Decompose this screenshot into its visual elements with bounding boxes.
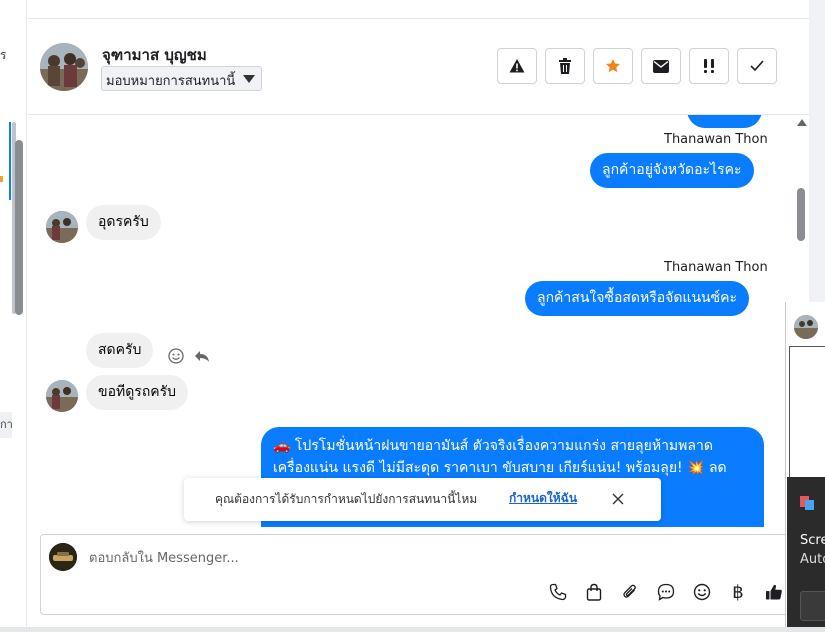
page-avatar: [49, 543, 77, 571]
shopping-bag-icon[interactable]: [583, 581, 605, 603]
smiley-icon[interactable]: [691, 581, 713, 603]
spam-button[interactable]: [689, 48, 729, 84]
popup-content-frame: [789, 346, 825, 486]
notice-text: คุณต้องการได้รับการกำหนดไปยังการสนทนานี้…: [215, 492, 478, 506]
selected-item-indicator: [9, 122, 11, 200]
top-bar: [28, 0, 809, 19]
scroll-up-arrow-icon[interactable]: [797, 119, 807, 126]
message-thread: ส่งสินค้า Thanawan Thon ลูกค้าอยู่จังหวั…: [28, 115, 809, 527]
message-bubble-incoming[interactable]: อุดรครับ: [86, 205, 161, 240]
conversation-header: จุฑามาส บุญชม มอบหมายการสนทนานี้: [28, 19, 809, 115]
trash-icon: [558, 58, 572, 74]
assign-label: มอบหมายการสนทนานี้: [106, 74, 236, 89]
contact-avatar-small[interactable]: [46, 211, 78, 243]
delete-button[interactable]: [545, 48, 585, 84]
phone-icon[interactable]: [547, 581, 569, 603]
star-button[interactable]: [593, 48, 633, 84]
composer-toolbar: ฿: [547, 581, 785, 603]
message-bubble-outgoing[interactable]: ลูกค้าสนใจซื้อสดหรือจัดแนนซ์คะ: [525, 281, 749, 316]
app-root: ร กา จุฑามาส บุญชม มอบหมายการสนทนานี้ Th…: [0, 0, 825, 632]
bottom-border: [0, 627, 825, 632]
contact-avatar[interactable]: [40, 43, 88, 91]
assign-conversation-dropdown[interactable]: มอบหมายการสนทนานี้: [101, 66, 263, 91]
snipping-tool-icon: [800, 495, 814, 510]
baht-icon[interactable]: ฿: [727, 581, 749, 603]
window-gutter: [809, 0, 825, 302]
sidebar-fragment-box[interactable]: กา: [0, 412, 12, 438]
notification-subtitle: Auto: [800, 552, 825, 567]
conversation-list-sidebar: ร กา: [0, 0, 27, 632]
sidebar-fragment-text: ร: [0, 48, 7, 62]
react-smiley-icon[interactable]: [168, 348, 184, 368]
close-icon[interactable]: [610, 491, 626, 507]
envelope-icon: [653, 59, 669, 73]
thread-scroll-thumb[interactable]: [797, 188, 805, 241]
sender-name: Thanawan Thon: [664, 260, 768, 275]
message-bubble-outgoing[interactable]: ส่งสินค้า: [687, 115, 762, 128]
chat-bubble-icon[interactable]: [655, 581, 677, 603]
contact-avatar-small[interactable]: [46, 380, 78, 412]
sidebar-scroll-thumb[interactable]: [15, 140, 23, 315]
exclamation-icon: [701, 58, 717, 74]
warning-icon: [509, 58, 525, 74]
notification-title: Scre: [800, 533, 825, 548]
message-bubble-outgoing[interactable]: ลูกค้าอยู่จังหวัดอะไรคะ: [590, 153, 754, 188]
reply-icon[interactable]: [194, 348, 210, 368]
report-button[interactable]: [497, 48, 537, 84]
notification-button[interactable]: [800, 591, 825, 621]
message-input[interactable]: [89, 548, 769, 568]
popup-avatar: [794, 315, 818, 339]
star-icon: [605, 58, 621, 74]
paperclip-icon[interactable]: [619, 581, 641, 603]
mark-unread-button[interactable]: [641, 48, 681, 84]
unread-marker: [0, 176, 3, 182]
assign-notice-toast: คุณต้องการได้รับการกำหนดไปยังการสนทนานี้…: [184, 478, 661, 521]
message-bubble-incoming[interactable]: ขอทีดูรถครับ: [86, 375, 189, 410]
thumbs-up-icon[interactable]: [763, 581, 785, 603]
screenshot-notification[interactable]: Scre Auto: [787, 477, 825, 632]
assign-to-me-link[interactable]: กำหนดให้ฉัน: [509, 489, 577, 508]
reply-composer: ฿: [40, 534, 811, 615]
chevron-down-icon: [243, 75, 256, 83]
contact-name: จุฑามาส บุญชม: [102, 46, 207, 64]
message-actions: [168, 348, 210, 368]
mark-done-button[interactable]: [737, 48, 777, 84]
sender-name: Thanawan Thon: [664, 132, 768, 147]
check-icon: [750, 60, 764, 72]
message-bubble-incoming[interactable]: สดครับ: [86, 333, 154, 368]
